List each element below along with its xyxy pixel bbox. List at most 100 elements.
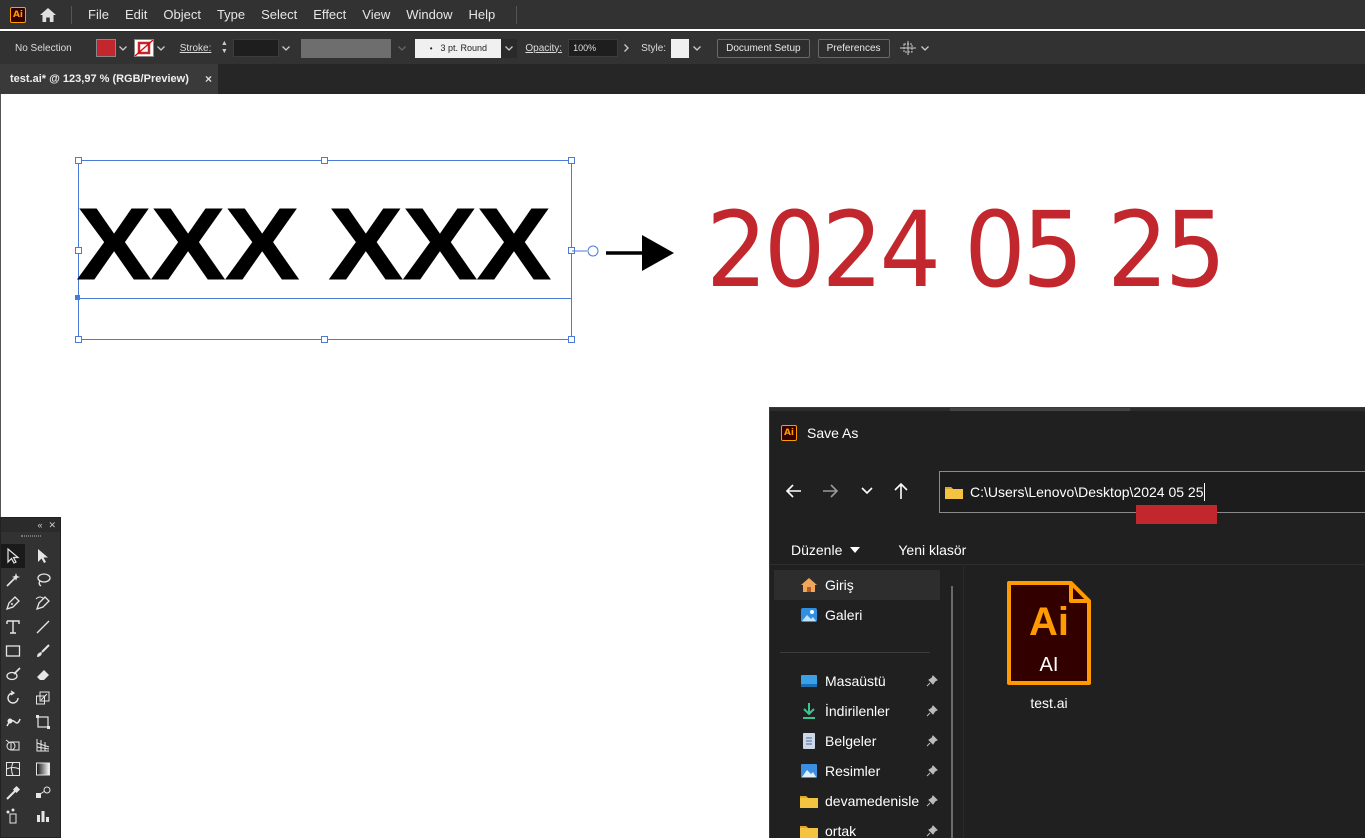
stroke-weight-stepper[interactable]: ▲ ▼	[217, 38, 231, 58]
nav-item-home[interactable]: Giriş	[774, 570, 940, 600]
menu-window[interactable]: Window	[398, 0, 460, 29]
blend-tool-icon[interactable]	[31, 781, 55, 805]
resize-handle[interactable]	[568, 336, 575, 343]
chevron-down-icon[interactable]	[501, 38, 518, 58]
tools-panel-header: « ✕	[1, 518, 60, 532]
menu-edit[interactable]: Edit	[117, 0, 155, 29]
document-tab[interactable]: test.ai* @ 123,97 % (RGB/Preview) ×	[0, 64, 218, 94]
nav-item-folder-ortak[interactable]: ortak	[774, 816, 940, 838]
stroke-weight-field[interactable]	[233, 39, 280, 57]
chevron-down-icon[interactable]	[391, 39, 413, 57]
type-tool-icon[interactable]	[1, 615, 25, 639]
stroke-swatch[interactable]	[133, 39, 154, 57]
chevron-down-icon[interactable]	[116, 39, 130, 57]
brush-definition[interactable]: • 3 pt. Round	[415, 38, 502, 58]
close-icon[interactable]: ×	[205, 72, 212, 86]
nav-item-desktop[interactable]: Masaüstü	[774, 666, 940, 696]
desktop-icon	[799, 672, 819, 690]
nav-item-folder-devamedenisle[interactable]: devamedenisle	[774, 786, 940, 816]
pin-icon[interactable]	[926, 764, 938, 780]
home-icon[interactable]	[38, 6, 58, 24]
new-folder-button[interactable]: Yeni klasör	[860, 542, 966, 558]
magic-wand-tool-icon[interactable]	[1, 568, 25, 592]
recent-locations-chevron-icon[interactable]	[848, 476, 886, 506]
chevron-down-icon[interactable]	[918, 39, 932, 57]
eraser-tool-icon[interactable]	[31, 662, 55, 686]
warp-tool-icon[interactable]	[1, 710, 25, 734]
resize-handle[interactable]	[321, 157, 328, 164]
opacity-label[interactable]: Opacity:	[525, 43, 562, 54]
close-icon[interactable]: ✕	[48, 520, 56, 531]
chevron-down-icon[interactable]	[689, 39, 705, 57]
nav-item-gallery[interactable]: Galeri	[774, 600, 940, 630]
menu-effect[interactable]: Effect	[305, 0, 354, 29]
resize-handle[interactable]	[75, 336, 82, 343]
nav-item-label: Masaüstü	[825, 673, 886, 689]
perspective-grid-tool-icon[interactable]	[31, 734, 55, 758]
menu-file[interactable]: File	[80, 0, 117, 29]
direct-selection-tool-icon[interactable]	[31, 544, 55, 568]
date-text[interactable]: 2024 05 25	[706, 190, 1227, 310]
fill-swatch[interactable]	[95, 39, 116, 57]
curvature-tool-icon[interactable]	[31, 591, 55, 615]
scale-tool-icon[interactable]	[31, 686, 55, 710]
forward-arrow-icon[interactable]	[812, 476, 848, 506]
pin-icon[interactable]	[926, 794, 938, 810]
resize-handle[interactable]	[568, 157, 575, 164]
pin-icon[interactable]	[926, 734, 938, 750]
selection-status: No Selection	[15, 42, 72, 54]
chevron-down-icon[interactable]	[154, 39, 168, 57]
back-arrow-icon[interactable]	[776, 476, 812, 506]
resize-handle[interactable]	[321, 336, 328, 343]
opacity-field[interactable]: 100%	[568, 39, 619, 57]
pin-icon[interactable]	[926, 674, 938, 690]
menu-view[interactable]: View	[354, 0, 398, 29]
nav-item-documents[interactable]: Belgeler	[774, 726, 940, 756]
menu-select[interactable]: Select	[253, 0, 305, 29]
folder-icon	[944, 484, 964, 500]
line-segment-tool-icon[interactable]	[31, 615, 55, 639]
menu-type[interactable]: Type	[209, 0, 253, 29]
selection-tool-icon[interactable]	[1, 544, 25, 568]
column-graph-tool-icon[interactable]	[31, 805, 55, 829]
placeholder-text[interactable]: XXX XXX	[76, 187, 586, 304]
symbol-sprayer-tool-icon[interactable]	[1, 805, 25, 829]
gradient-tool-icon[interactable]	[31, 757, 55, 781]
graphic-style-swatch[interactable]	[671, 38, 690, 58]
rectangle-tool-icon[interactable]	[1, 639, 25, 663]
document-setup-button[interactable]: Document Setup	[717, 38, 810, 58]
arrange-documents-icon[interactable]	[899, 41, 918, 55]
navigation-scrollbar[interactable]	[951, 586, 953, 838]
preferences-button[interactable]: Preferences	[817, 38, 890, 58]
rotate-tool-icon[interactable]	[1, 686, 25, 710]
resize-handle[interactable]	[75, 157, 82, 164]
paintbrush-tool-icon[interactable]	[31, 639, 55, 663]
collapse-icon[interactable]: «	[37, 520, 42, 530]
gallery-icon	[799, 606, 819, 624]
variable-width-profile[interactable]	[301, 38, 392, 58]
chevron-down-icon[interactable]	[279, 39, 293, 57]
menu-help[interactable]: Help	[460, 0, 503, 29]
shaper-tool-icon[interactable]	[1, 662, 25, 686]
pin-icon[interactable]	[926, 824, 938, 838]
nav-item-downloads[interactable]: İndirilenler	[774, 696, 940, 726]
nav-item-pictures[interactable]: Resimler	[774, 756, 940, 786]
pen-tool-icon[interactable]	[1, 591, 25, 615]
save-as-dialog: Ai Save As C:\Users\Lenovo\Desktop\2024 …	[769, 407, 1365, 838]
panel-grip[interactable]	[1, 532, 60, 540]
shape-builder-tool-icon[interactable]	[1, 734, 25, 758]
control-bar: No Selection Stroke: ▲ ▼ • 3 pt. Round O…	[0, 31, 1365, 64]
free-transform-tool-icon[interactable]	[31, 710, 55, 734]
eyedropper-tool-icon[interactable]	[1, 781, 25, 805]
pin-icon[interactable]	[926, 704, 938, 720]
lasso-tool-icon[interactable]	[31, 568, 55, 592]
tools-panel: « ✕	[0, 517, 61, 838]
organize-button[interactable]: Düzenle	[770, 542, 861, 558]
stroke-label[interactable]: Stroke:	[180, 43, 212, 54]
mesh-tool-icon[interactable]	[1, 757, 25, 781]
file-item-test-ai[interactable]: Ai AI test.ai	[1001, 578, 1097, 718]
up-arrow-icon[interactable]	[886, 476, 916, 506]
menu-object[interactable]: Object	[155, 0, 209, 29]
chevron-right-icon[interactable]	[618, 39, 634, 57]
pane-divider	[963, 566, 964, 838]
